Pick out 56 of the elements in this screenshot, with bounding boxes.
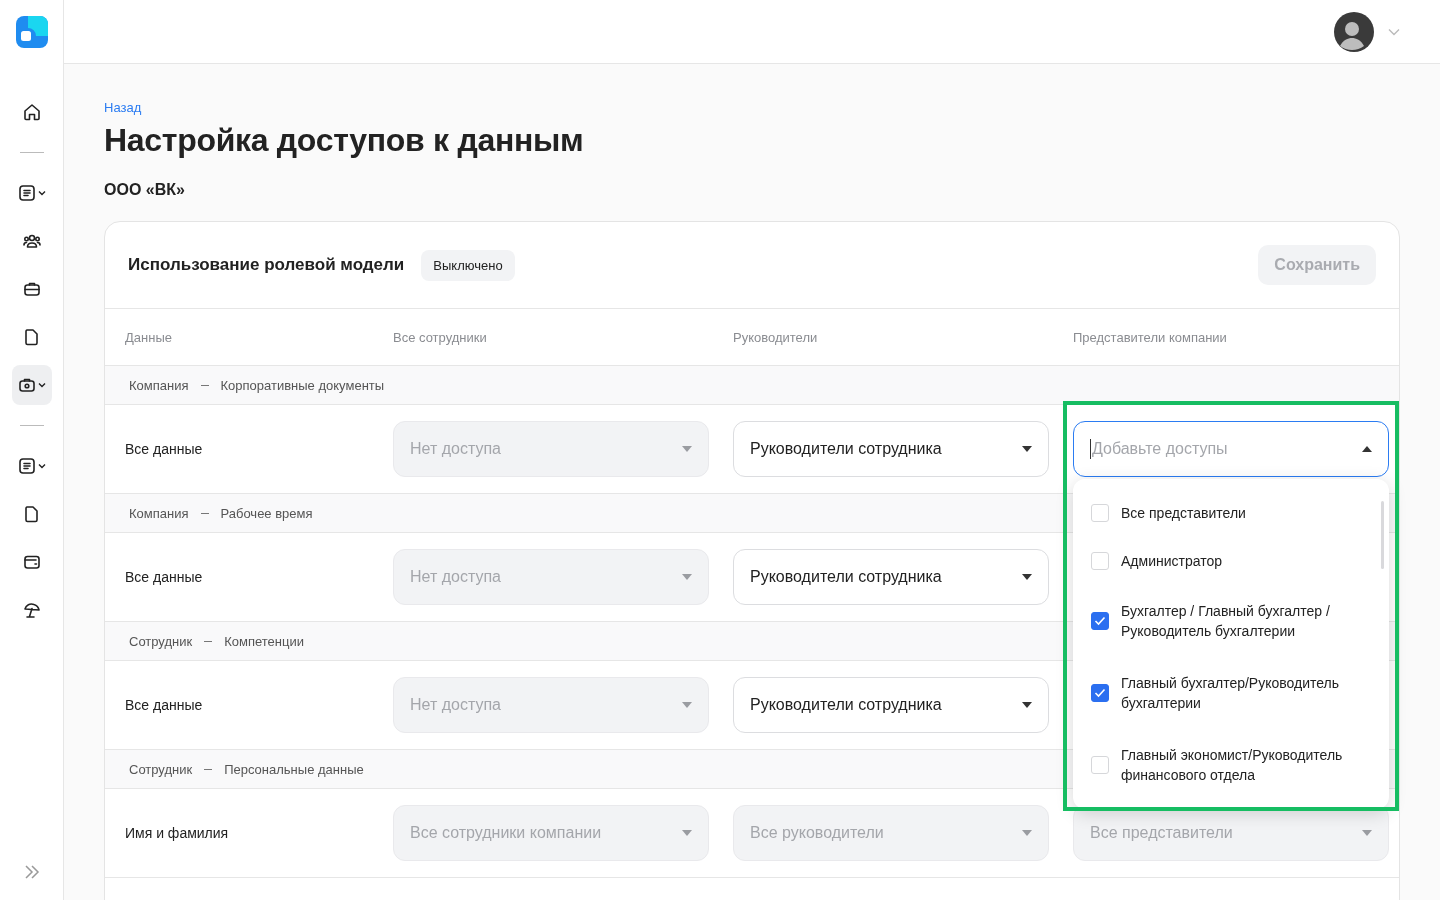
expand-icon[interactable]	[22, 864, 41, 880]
access-select[interactable]: Добавьте доступы	[1073, 421, 1389, 477]
access-select[interactable]: Руководители сотрудника	[733, 549, 1049, 605]
access-select[interactable]: Руководители сотрудника	[733, 421, 1049, 477]
column-header: Все сотрудники	[393, 329, 488, 345]
company-name: ООО «ВК»	[104, 181, 186, 199]
caret-down-icon	[1022, 830, 1032, 836]
card-title: Использование ролевой модели	[128, 255, 405, 275]
checkbox[interactable]	[1091, 684, 1109, 702]
caret-down-icon	[1022, 702, 1032, 708]
sidebar-item[interactable]	[11, 365, 52, 405]
chevron-down-icon	[38, 463, 46, 469]
chevron-down-icon	[38, 382, 46, 388]
column-header: Руководители	[733, 329, 819, 345]
check-icon	[1094, 616, 1106, 626]
caret-up-icon	[1362, 446, 1372, 452]
section-label: Рабочее время	[220, 505, 313, 521]
chevron-down-icon	[38, 190, 46, 196]
data-label: Все данные	[125, 569, 204, 585]
caret-down-icon	[682, 830, 692, 836]
option-label[interactable]: Главный бухгалтер/Руководитель бухгалтерии	[1121, 673, 1353, 713]
page-title: Настройка доступов к данным	[104, 122, 585, 159]
column-header: Представители компании	[1073, 329, 1228, 345]
caret-down-icon	[1022, 446, 1032, 452]
back-link[interactable]: Назад	[104, 100, 142, 115]
section-label: Персональные данные	[224, 761, 364, 777]
scrollbar[interactable]	[1381, 501, 1384, 569]
status-badge: Выключено	[421, 249, 515, 281]
option-label[interactable]: Администратор	[1121, 551, 1222, 571]
caret-down-icon	[1022, 574, 1032, 580]
check-icon	[1094, 688, 1106, 698]
caret-down-icon	[682, 446, 692, 452]
caret-down-icon	[1362, 830, 1372, 836]
data-label: Все данные	[125, 441, 204, 457]
avatar-icon[interactable]	[1334, 11, 1374, 52]
option-label[interactable]: Главный экономист/Руководитель финансового отдела	[1121, 745, 1353, 785]
data-label: Все данные	[125, 697, 204, 713]
document-list-icon	[17, 456, 37, 476]
category-label: Сотрудник	[129, 633, 193, 649]
option-label[interactable]: Бухгалтер / Главный бухгалтер / Руководитель бухгалтерии	[1121, 601, 1353, 641]
home-icon	[21, 102, 42, 122]
option-label[interactable]: Все представители	[1121, 503, 1246, 523]
checkbox[interactable]	[1091, 612, 1109, 630]
category-label: Сотрудник	[129, 761, 193, 777]
category-label: Компания	[129, 505, 189, 521]
caret-down-icon	[682, 702, 692, 708]
logo-icon[interactable]	[15, 16, 48, 48]
caret-down-icon	[682, 574, 692, 580]
section-label: Компетенции	[224, 633, 304, 649]
category-label: Компания	[129, 377, 189, 393]
column-header: Данные	[125, 329, 173, 345]
data-label: Имя и фамилия	[125, 825, 230, 841]
document-list-icon	[17, 183, 37, 203]
section-label: Корпоративные документы	[220, 377, 385, 393]
access-select[interactable]: Руководители сотрудника	[733, 677, 1049, 733]
umbrella-icon	[21, 600, 42, 620]
